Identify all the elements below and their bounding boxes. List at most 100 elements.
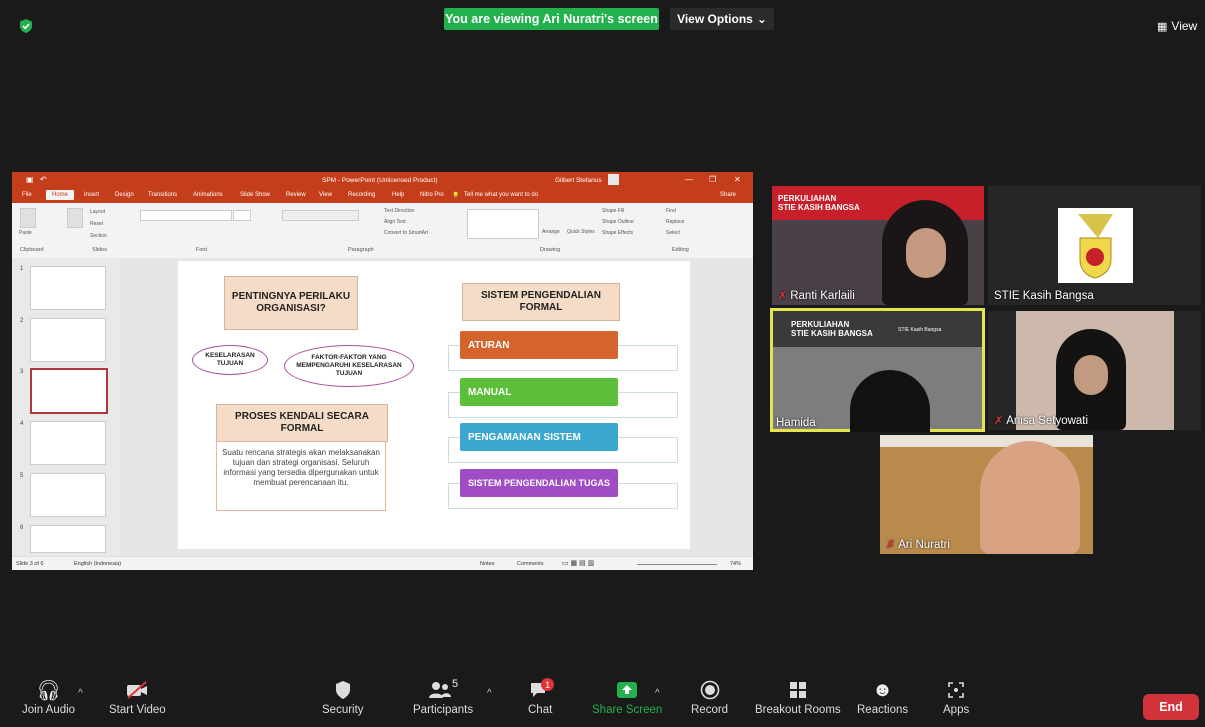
chevron-up-icon[interactable]: ^ (487, 688, 492, 699)
breakout-rooms-label: Breakout Rooms (755, 704, 841, 716)
tab-help[interactable]: Help (392, 192, 404, 198)
shape-fill-button[interactable]: Shape Fill (602, 208, 624, 214)
end-meeting-button[interactable]: End (1143, 694, 1199, 720)
thumb-number: 3 (20, 369, 24, 375)
breakout-rooms-button[interactable]: Breakout Rooms (755, 676, 841, 716)
quick-styles-button[interactable]: Quick Styles (567, 229, 595, 235)
reset-button[interactable]: Reset (90, 221, 103, 227)
muted-mic-icon: ✗ (778, 290, 788, 302)
tab-transitions[interactable]: Transitions (148, 192, 177, 198)
tab-view[interactable]: View (319, 192, 332, 198)
chevron-up-icon[interactable]: ^ (78, 688, 83, 699)
encryption-shield-icon[interactable] (18, 18, 34, 34)
current-slide[interactable]: PENTINGNYA PERILAKU ORGANISASI? KESELARA… (178, 261, 690, 549)
record-button[interactable]: Record (691, 676, 728, 716)
record-label: Record (691, 704, 729, 716)
paste-label: Paste (19, 230, 32, 236)
slide-thumbnail-4[interactable] (30, 421, 106, 465)
participant-tile-ari[interactable]: ✗ Ari Nuratri (880, 435, 1093, 554)
zoom-level[interactable]: 74% (730, 561, 741, 567)
zoom-slider[interactable] (637, 564, 717, 565)
thumb-number: 4 (20, 421, 24, 427)
layout-button[interactable]: Layout (90, 209, 105, 215)
paste-icon[interactable] (20, 208, 36, 228)
participant-video (1016, 311, 1174, 430)
grid-icon: ▦ (1157, 20, 1168, 33)
start-video-button[interactable]: Start Video (109, 676, 166, 716)
notes-button[interactable]: Notes (480, 561, 494, 567)
participant-tile-stie[interactable]: STIE Kasih Bangsa (988, 186, 1201, 305)
slide-thumbnail-2[interactable] (30, 318, 106, 362)
share-screen-button[interactable]: Share Screen (592, 676, 662, 716)
tab-recording[interactable]: Recording (348, 192, 375, 198)
language-indicator[interactable]: English (Indonesia) (74, 561, 121, 567)
view-options-button[interactable]: View Options ⌄ (670, 8, 774, 30)
chat-badge: 1 (541, 678, 555, 691)
replace-button[interactable]: Replace (666, 219, 684, 225)
slide-thumbnail-1[interactable] (30, 266, 106, 310)
close-icon[interactable]: ✕ (734, 175, 741, 184)
participant-name-label: Hamida (776, 417, 816, 429)
restore-icon[interactable]: ❐ (709, 175, 716, 184)
align-text-button[interactable]: Align Text (384, 219, 406, 225)
apps-button[interactable]: Apps (943, 676, 969, 716)
minimize-icon[interactable]: — (685, 175, 693, 184)
chat-icon: 1 (529, 676, 555, 704)
shape-effects-button[interactable]: Shape Effects (602, 230, 633, 236)
headphones-icon: 🎧︎ (35, 679, 62, 702)
join-audio-button[interactable]: 🎧︎ Join Audio (22, 676, 75, 717)
ppt-ribbon: Paste Layout Reset Section Text Directio… (12, 203, 753, 259)
participants-button[interactable]: 5 Participants (413, 676, 473, 716)
text-direction-button[interactable]: Text Direction (384, 208, 414, 214)
comments-button[interactable]: Comments (517, 561, 544, 567)
find-button[interactable]: Find (666, 208, 676, 214)
font-name-select[interactable] (140, 210, 232, 221)
font-size-select[interactable] (233, 210, 251, 221)
section-button[interactable]: Section (90, 233, 107, 239)
slide-body-text: Suatu rencana strategis akan melaksanaka… (216, 441, 386, 511)
slide-thumbnail-5[interactable] (30, 473, 106, 517)
curtain-top (880, 435, 1093, 447)
undo-icon[interactable]: ↶ (40, 175, 47, 184)
slide-thumbnail-6[interactable] (30, 525, 106, 553)
tab-home[interactable]: Home (46, 190, 75, 200)
shared-screen[interactable]: ▣ ↶ SPM - PowerPoint (Unlicensed Product… (12, 172, 753, 570)
slide-heading-right: SISTEM PENGENDALIAN FORMAL (462, 283, 620, 321)
participant-name: ✗ Ari Nuratri (886, 538, 950, 552)
tab-file[interactable]: File (22, 192, 32, 198)
slide-heading-left: PENTINGNYA PERILAKU ORGANISASI? (224, 276, 358, 330)
arrange-button[interactable]: Arrange (542, 229, 560, 235)
view-modes-icons[interactable]: ▭ ▦ ▤ ▥ (562, 559, 594, 567)
participant-tile-anisa[interactable]: ✗ Anisa Setyowati (988, 311, 1201, 430)
slide-thumbnail-3[interactable] (30, 368, 108, 414)
chat-button[interactable]: 1 Chat (528, 676, 555, 716)
chevron-up-icon[interactable]: ^ (655, 688, 660, 699)
save-icon[interactable]: ▣ (26, 175, 34, 184)
tab-insert[interactable]: Insert (84, 192, 99, 198)
share-button[interactable]: Share (720, 192, 736, 198)
shapes-gallery[interactable] (467, 209, 539, 239)
participant-tile-ranti[interactable]: PERKULIAHAN STIE KASIH BANGSA ✗ Ranti Ka… (772, 186, 984, 305)
ppt-window-title: SPM - PowerPoint (Unlicensed Product) (322, 177, 438, 184)
participant-tile-hamida[interactable]: PERKULIAHAN STIE KASIH BANGSA STIE Kasih… (770, 308, 985, 432)
tab-design[interactable]: Design (115, 192, 134, 198)
banner-line1: PERKULIAHAN (791, 320, 850, 329)
tab-review[interactable]: Review (286, 192, 306, 198)
record-icon (700, 676, 720, 704)
tab-animations[interactable]: Animations (193, 192, 223, 198)
smartart-button[interactable]: Convert to SmartArt (384, 230, 428, 236)
select-button[interactable]: Select (666, 230, 680, 236)
video-off-icon (125, 676, 149, 704)
security-button[interactable]: Security (322, 676, 364, 716)
tab-nitro[interactable]: Nitro Pro (420, 192, 444, 198)
paragraph-controls[interactable] (282, 210, 359, 221)
new-slide-icon[interactable] (67, 208, 83, 228)
view-button[interactable]: ▦ View (1157, 19, 1197, 33)
share-screen-icon (616, 676, 638, 704)
tab-slideshow[interactable]: Slide Show (240, 192, 270, 198)
group-drawing: Drawing (540, 247, 561, 253)
reactions-button[interactable]: ☻ Reactions (857, 676, 908, 717)
shape-outline-button[interactable]: Shape Outline (602, 219, 634, 225)
tell-me-search[interactable]: Tell me what you want to do (464, 192, 538, 198)
banner-line2: STIE KASIH BANGSA (791, 329, 873, 338)
